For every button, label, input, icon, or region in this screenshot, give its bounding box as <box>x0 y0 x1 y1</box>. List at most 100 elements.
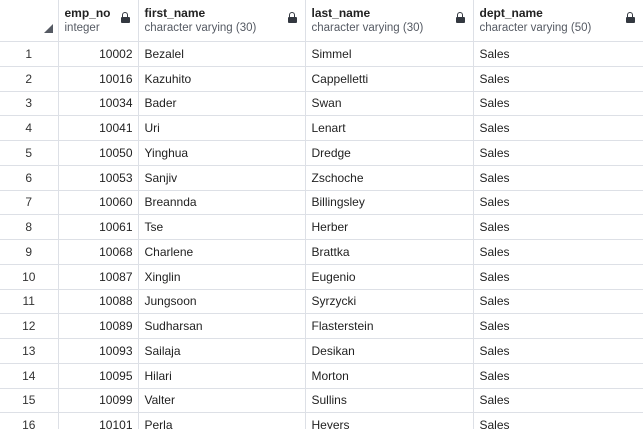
cell-dept-name[interactable]: Sales <box>473 41 643 67</box>
row-number[interactable]: 7 <box>0 190 59 216</box>
cell-first-name[interactable]: Bader <box>138 91 306 117</box>
cell-last-name[interactable]: Dredge <box>305 140 474 166</box>
table-row[interactable]: 10 10087 Xinglin Eugenio Sales <box>0 264 643 290</box>
table-row[interactable]: 5 10050 Yinghua Dredge Sales <box>0 140 643 166</box>
row-number[interactable]: 9 <box>0 239 59 265</box>
cell-last-name[interactable]: Syrzycki <box>305 289 474 315</box>
column-header-last-name[interactable]: last_name character varying (30) <box>305 0 474 42</box>
table-row[interactable]: 2 10016 Kazuhito Cappelletti Sales <box>0 66 643 92</box>
table-row[interactable]: 3 10034 Bader Swan Sales <box>0 91 643 117</box>
cell-first-name[interactable]: Hilari <box>138 363 306 389</box>
cell-dept-name[interactable]: Sales <box>473 239 643 265</box>
cell-emp-no[interactable]: 10087 <box>58 264 139 290</box>
cell-first-name[interactable]: Sailaja <box>138 338 306 364</box>
cell-first-name[interactable]: Kazuhito <box>138 66 306 92</box>
row-number[interactable]: 3 <box>0 91 59 117</box>
cell-last-name[interactable]: Sullins <box>305 388 474 414</box>
cell-last-name[interactable]: Flasterstein <box>305 313 474 339</box>
row-number[interactable]: 13 <box>0 338 59 364</box>
cell-first-name[interactable]: Bezalel <box>138 41 306 67</box>
cell-last-name[interactable]: Zschoche <box>305 165 474 191</box>
cell-last-name[interactable]: Billingsley <box>305 190 474 216</box>
cell-emp-no[interactable]: 10089 <box>58 313 139 339</box>
cell-dept-name[interactable]: Sales <box>473 289 643 315</box>
cell-last-name[interactable]: Eugenio <box>305 264 474 290</box>
cell-first-name[interactable]: Valter <box>138 388 306 414</box>
cell-dept-name[interactable]: Sales <box>473 140 643 166</box>
cell-dept-name[interactable]: Sales <box>473 338 643 364</box>
cell-first-name[interactable]: Uri <box>138 115 306 141</box>
cell-emp-no[interactable]: 10099 <box>58 388 139 414</box>
cell-emp-no[interactable]: 10050 <box>58 140 139 166</box>
cell-dept-name[interactable]: Sales <box>473 91 643 117</box>
cell-emp-no[interactable]: 10053 <box>58 165 139 191</box>
row-number[interactable]: 4 <box>0 115 59 141</box>
row-number[interactable]: 12 <box>0 313 59 339</box>
cell-emp-no[interactable]: 10093 <box>58 338 139 364</box>
cell-dept-name[interactable]: Sales <box>473 313 643 339</box>
table-row[interactable]: 1 10002 Bezalel Simmel Sales <box>0 41 643 67</box>
cell-dept-name[interactable]: Sales <box>473 363 643 389</box>
cell-last-name[interactable]: Swan <box>305 91 474 117</box>
cell-last-name[interactable]: Lenart <box>305 115 474 141</box>
row-number[interactable]: 14 <box>0 363 59 389</box>
row-number[interactable]: 11 <box>0 289 59 315</box>
table-row[interactable]: 11 10088 Jungsoon Syrzycki Sales <box>0 289 643 315</box>
row-number[interactable]: 6 <box>0 165 59 191</box>
cell-last-name[interactable]: Herber <box>305 214 474 240</box>
cell-first-name[interactable]: Charlene <box>138 239 306 265</box>
cell-first-name[interactable]: Xinglin <box>138 264 306 290</box>
cell-first-name[interactable]: Tse <box>138 214 306 240</box>
cell-emp-no[interactable]: 10041 <box>58 115 139 141</box>
table-row[interactable]: 15 10099 Valter Sullins Sales <box>0 388 643 414</box>
cell-dept-name[interactable]: Sales <box>473 66 643 92</box>
cell-first-name[interactable]: Breannda <box>138 190 306 216</box>
table-row[interactable]: 16 10101 Perla Heyers Sales <box>0 412 643 429</box>
cell-dept-name[interactable]: Sales <box>473 264 643 290</box>
cell-emp-no[interactable]: 10060 <box>58 190 139 216</box>
cell-emp-no[interactable]: 10061 <box>58 214 139 240</box>
row-number[interactable]: 16 <box>0 412 59 429</box>
table-row[interactable]: 8 10061 Tse Herber Sales <box>0 214 643 240</box>
table-row[interactable]: 12 10089 Sudharsan Flasterstein Sales <box>0 313 643 339</box>
cell-dept-name[interactable]: Sales <box>473 165 643 191</box>
cell-dept-name[interactable]: Sales <box>473 190 643 216</box>
cell-first-name[interactable]: Yinghua <box>138 140 306 166</box>
select-all-corner[interactable] <box>0 0 59 42</box>
cell-first-name[interactable]: Sudharsan <box>138 313 306 339</box>
cell-emp-no[interactable]: 10016 <box>58 66 139 92</box>
row-number[interactable]: 2 <box>0 66 59 92</box>
cell-emp-no[interactable]: 10088 <box>58 289 139 315</box>
row-number[interactable]: 8 <box>0 214 59 240</box>
cell-last-name[interactable]: Brattka <box>305 239 474 265</box>
cell-emp-no[interactable]: 10101 <box>58 412 139 429</box>
cell-first-name[interactable]: Jungsoon <box>138 289 306 315</box>
table-row[interactable]: 9 10068 Charlene Brattka Sales <box>0 239 643 265</box>
column-header-first-name[interactable]: first_name character varying (30) <box>138 0 306 42</box>
cell-last-name[interactable]: Heyers <box>305 412 474 429</box>
cell-first-name[interactable]: Sanjiv <box>138 165 306 191</box>
row-number[interactable]: 1 <box>0 41 59 67</box>
cell-emp-no[interactable]: 10002 <box>58 41 139 67</box>
column-header-dept-name[interactable]: dept_name character varying (50) <box>473 0 643 42</box>
table-row[interactable]: 4 10041 Uri Lenart Sales <box>0 115 643 141</box>
table-row[interactable]: 7 10060 Breannda Billingsley Sales <box>0 190 643 216</box>
cell-last-name[interactable]: Simmel <box>305 41 474 67</box>
column-header-emp-no[interactable]: emp_no integer <box>58 0 139 42</box>
cell-last-name[interactable]: Desikan <box>305 338 474 364</box>
cell-last-name[interactable]: Cappelletti <box>305 66 474 92</box>
cell-emp-no[interactable]: 10034 <box>58 91 139 117</box>
row-number[interactable]: 15 <box>0 388 59 414</box>
cell-last-name[interactable]: Morton <box>305 363 474 389</box>
row-number[interactable]: 10 <box>0 264 59 290</box>
cell-dept-name[interactable]: Sales <box>473 115 643 141</box>
cell-dept-name[interactable]: Sales <box>473 412 643 429</box>
table-row[interactable]: 13 10093 Sailaja Desikan Sales <box>0 338 643 364</box>
cell-dept-name[interactable]: Sales <box>473 214 643 240</box>
cell-emp-no[interactable]: 10068 <box>58 239 139 265</box>
row-number[interactable]: 5 <box>0 140 59 166</box>
cell-emp-no[interactable]: 10095 <box>58 363 139 389</box>
table-row[interactable]: 6 10053 Sanjiv Zschoche Sales <box>0 165 643 191</box>
table-row[interactable]: 14 10095 Hilari Morton Sales <box>0 363 643 389</box>
cell-dept-name[interactable]: Sales <box>473 388 643 414</box>
